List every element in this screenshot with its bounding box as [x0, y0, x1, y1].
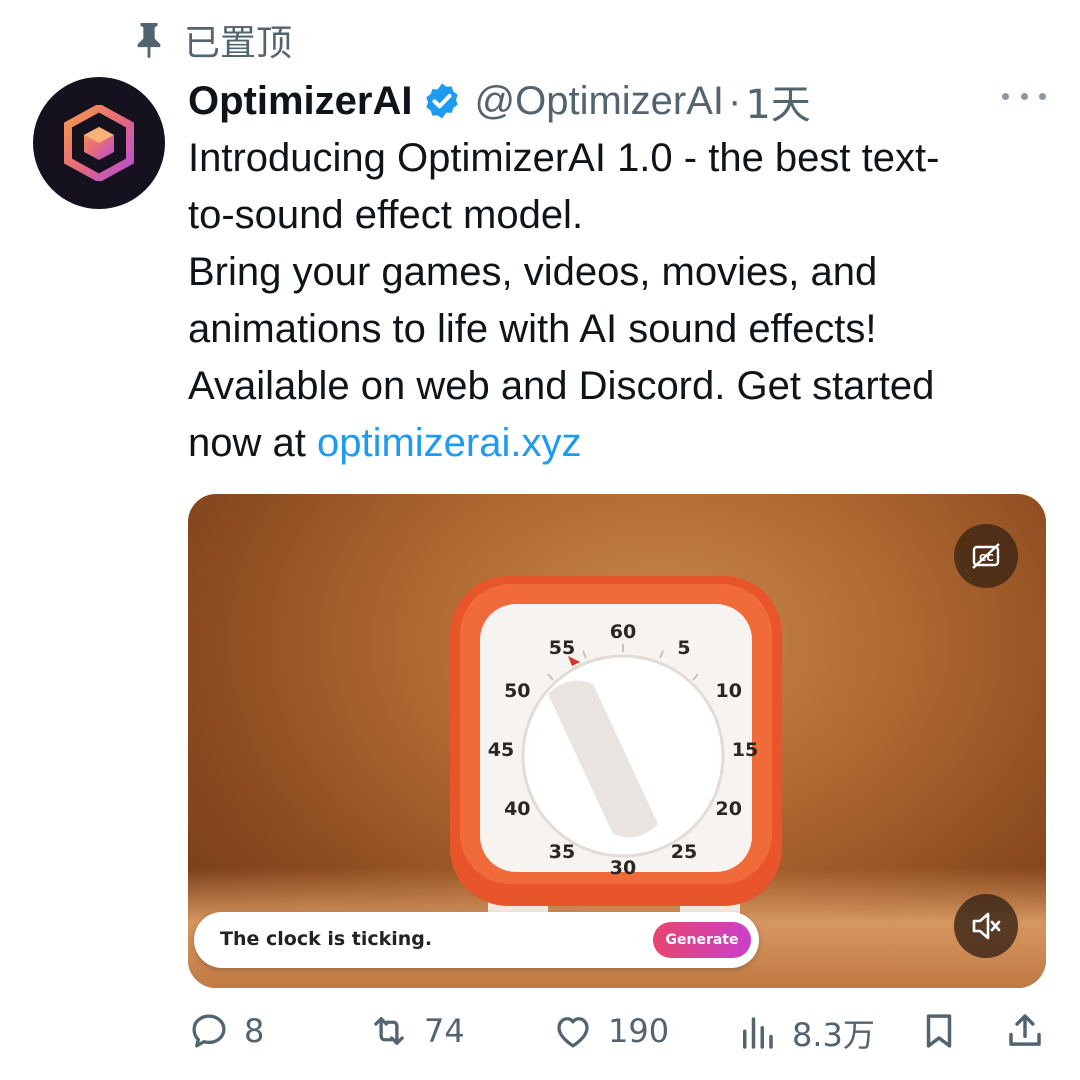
timer-number: 60: [610, 621, 636, 643]
more-options-icon[interactable]: [1002, 90, 1046, 102]
bookmark-button[interactable]: [918, 1010, 960, 1052]
timer-number: 35: [549, 841, 575, 863]
views-icon: [743, 1017, 773, 1049]
timer-number: 15: [732, 739, 758, 761]
tweet-line-prefix: now at: [188, 421, 317, 465]
timer-number: 5: [677, 637, 690, 659]
tweet-line: Bring your games, videos, movies, and: [188, 250, 878, 294]
retweet-button[interactable]: 74: [368, 1010, 465, 1052]
pinned-label: 已置顶: [184, 23, 293, 64]
timer-number: 50: [504, 680, 530, 702]
share-icon: [1009, 1014, 1041, 1046]
tweet-line: Available on web and Discord. Get starte…: [188, 364, 935, 408]
verified-badge-icon: [426, 83, 459, 119]
timer-number: 25: [671, 841, 697, 863]
like-button[interactable]: 190: [552, 1010, 669, 1052]
tweet-text: Introducing OptimizerAI 1.0 - the best t…: [188, 130, 1058, 472]
retweet-count: 74: [424, 1012, 465, 1050]
website-link[interactable]: optimizerai.xyz: [317, 421, 582, 465]
reply-icon: [192, 1014, 226, 1048]
timer-number: 20: [715, 798, 741, 820]
author-name[interactable]: OptimizerAI: [188, 79, 412, 124]
bookmark-icon: [926, 1014, 952, 1048]
timer-number: 10: [715, 680, 741, 702]
timer-number: 30: [610, 857, 636, 879]
reply-button[interactable]: 8: [188, 1010, 264, 1052]
share-button[interactable]: [1004, 1010, 1046, 1052]
retweet-icon: [374, 1017, 404, 1045]
mute-button[interactable]: [954, 894, 1018, 958]
media-video[interactable]: 60 5 10 15 20 25 30 35 40 45 50 55 CC The clock is …: [188, 494, 1046, 988]
timer-number: 45: [488, 739, 514, 761]
prompt-text: The clock is ticking.: [220, 928, 433, 950]
separator-dot: ·: [728, 78, 742, 123]
author-handle[interactable]: @OptimizerAI: [474, 79, 724, 124]
volume-muted-icon: [972, 912, 1001, 940]
optimizerai-logo-icon: [64, 105, 134, 181]
views-count: 8.3万: [792, 1016, 875, 1054]
timer-number: 40: [504, 798, 530, 820]
reply-count: 8: [244, 1012, 265, 1050]
pin-icon: [137, 23, 161, 59]
tweet-line: Introducing OptimizerAI 1.0 - the best t…: [188, 136, 940, 180]
avatar[interactable]: [33, 77, 165, 209]
views-button[interactable]: 8.3万: [736, 1010, 875, 1056]
timer-number: 55: [549, 637, 575, 659]
like-count: 190: [608, 1012, 670, 1050]
tweet-line-last: now at optimizerai.xyz: [188, 415, 1058, 472]
tweet-line: to-sound effect model.: [188, 193, 584, 237]
tweet-line: animations to life with AI sound effects…: [188, 307, 877, 351]
heart-icon: [557, 1017, 589, 1048]
tweet-header: OptimizerAI @OptimizerAI · 1天: [188, 72, 811, 130]
generate-button: Generate: [653, 922, 751, 958]
pinned-indicator: 已置顶: [132, 14, 292, 66]
action-bar: 8 74 190 8.3万: [188, 1010, 1048, 1062]
prompt-bar: The clock is ticking. Generate: [194, 912, 759, 968]
tweet-time[interactable]: 1天: [745, 72, 810, 130]
captions-button[interactable]: CC: [954, 524, 1018, 588]
captions-off-icon: CC: [972, 543, 1000, 569]
